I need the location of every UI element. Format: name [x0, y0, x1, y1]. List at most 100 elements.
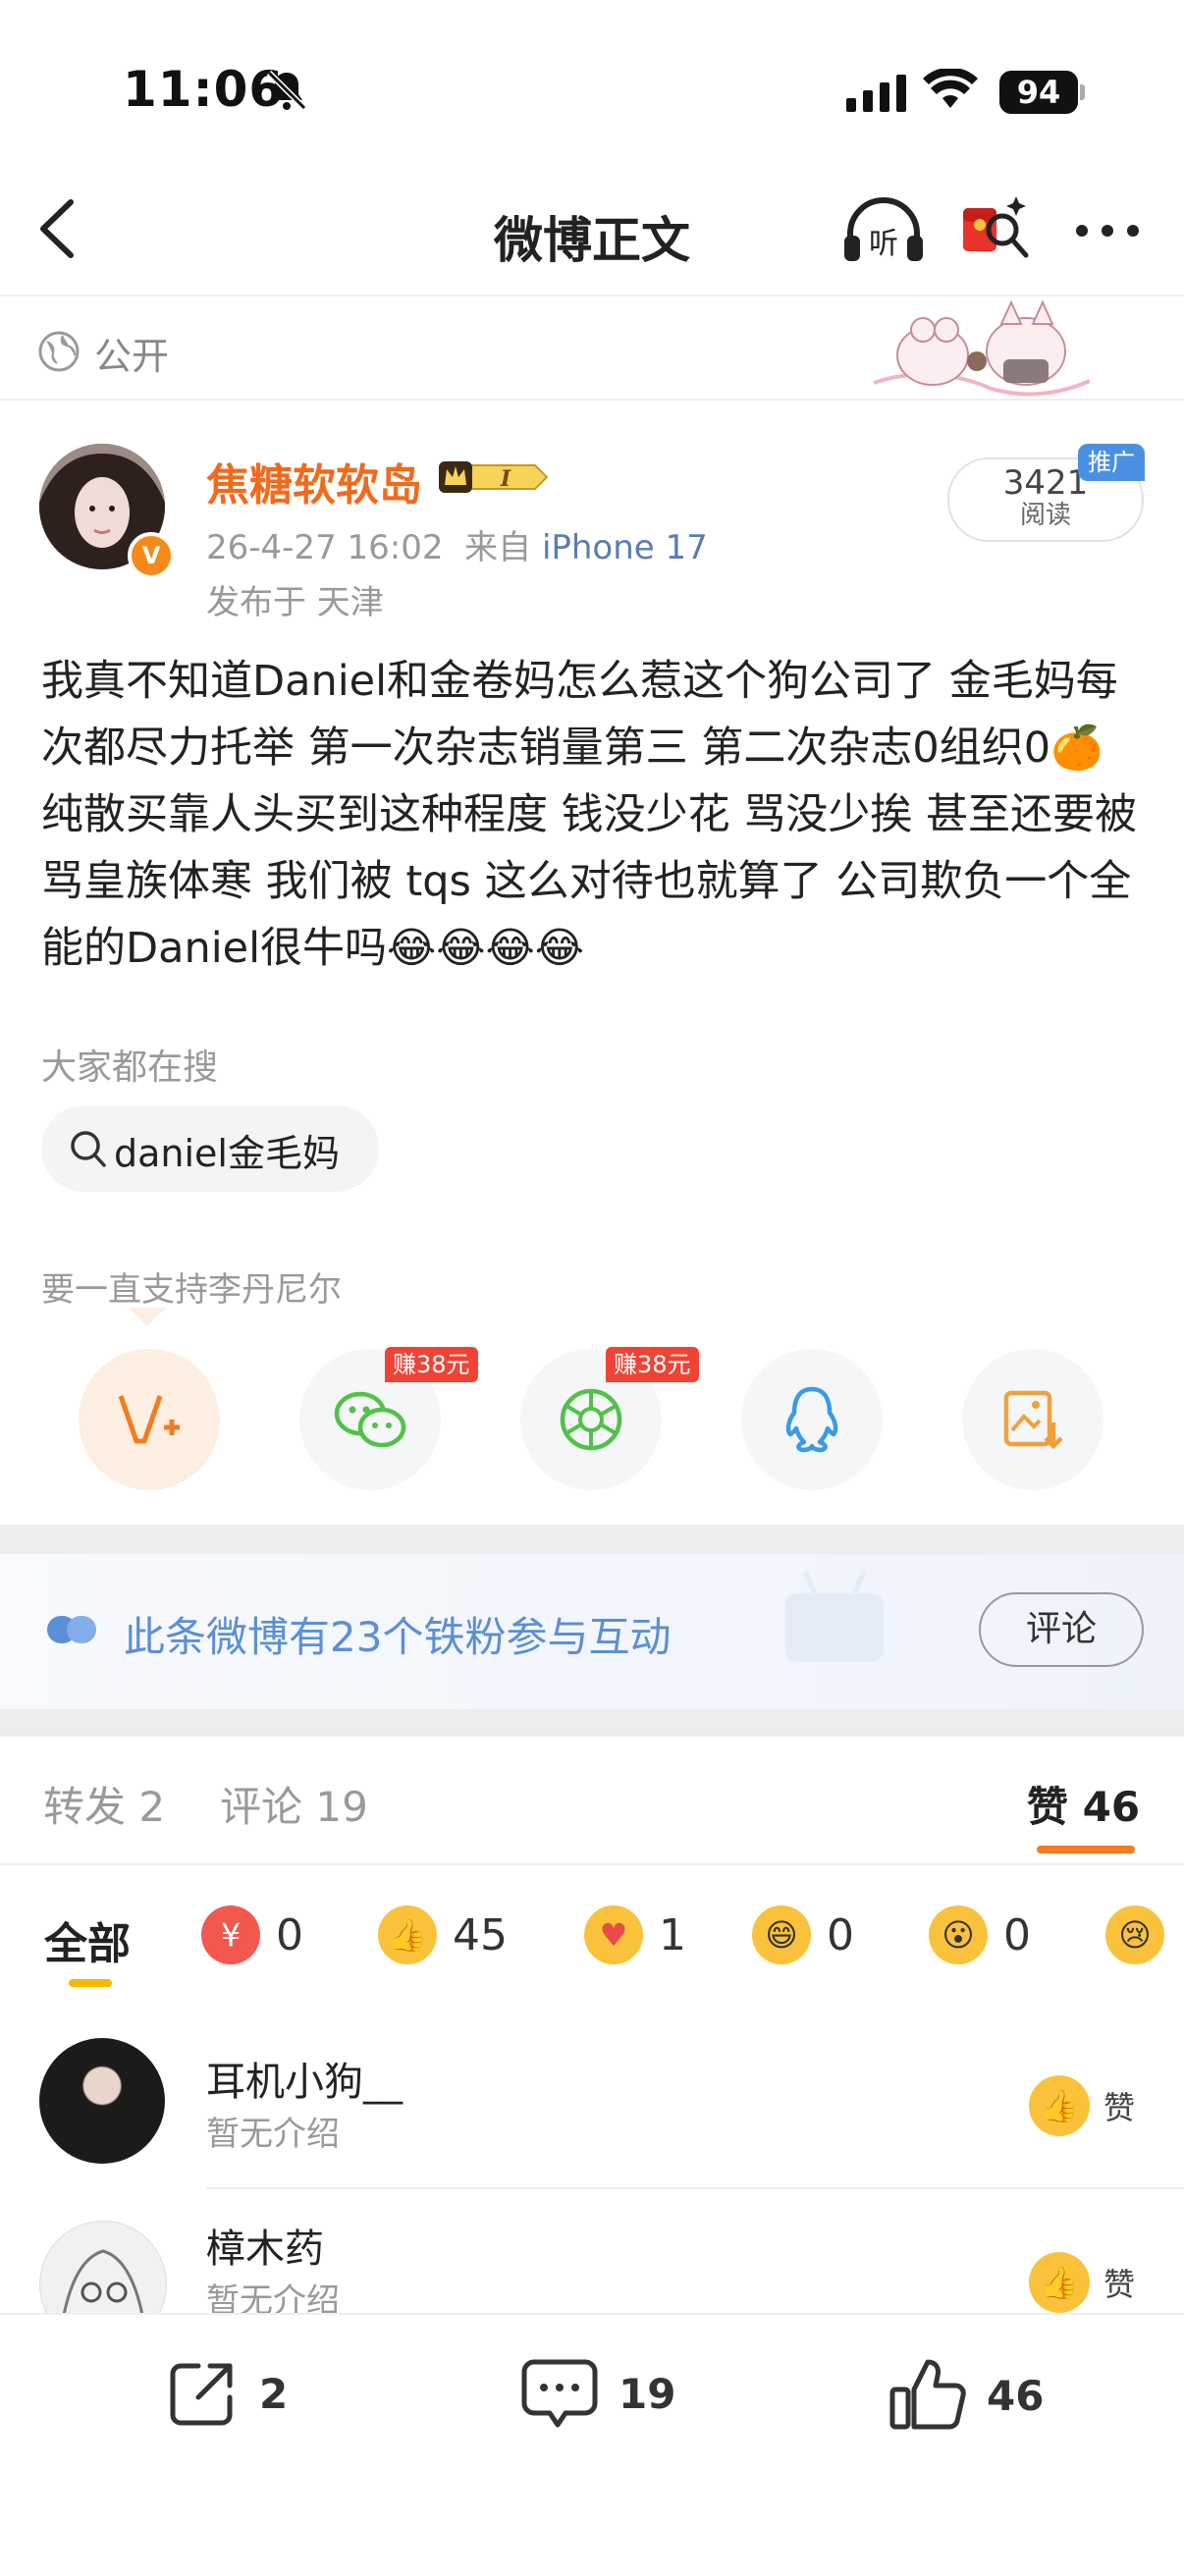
vip-crown-badge-icon[interactable]: I: [437, 457, 550, 497]
tab-repost-count: 2: [138, 1783, 166, 1831]
repost-count: 2: [259, 2369, 289, 2418]
decorative-tv-icon: [785, 1570, 884, 1662]
tabs-divider: [0, 1863, 1184, 1865]
reaction-count: 0: [827, 1909, 854, 1960]
author-name[interactable]: 焦糖软软岛: [206, 450, 422, 512]
fans-interaction-text[interactable]: 此条微博有23个铁粉参与互动: [124, 1604, 671, 1664]
share-icon: [170, 2363, 233, 2426]
comment-bubble-icon: [521, 2359, 598, 2428]
reaction-filter-surprised[interactable]: 😮 0: [929, 1905, 1031, 1965]
tooltip-tail: [128, 1308, 167, 1325]
wechat-icon: [334, 1391, 406, 1448]
source-prefix: 来自: [464, 528, 532, 567]
tab-likes-label: 赞: [1027, 1783, 1069, 1831]
tab-likes[interactable]: 赞 46: [1027, 1774, 1140, 1834]
battery-tip: [1080, 84, 1085, 100]
tab-repost-label: 转发: [43, 1783, 127, 1831]
post-meta: 26-4-27 16:02 来自 iPhone 17: [206, 520, 708, 568]
surprised-face-icon: 😮: [929, 1905, 988, 1964]
reaction-count: 45: [453, 1909, 508, 1960]
post-body: 我真不知道Daniel和金卷妈怎么惹这个狗公司了 金毛妈每次都尽力托举 第一次杂…: [41, 657, 1138, 973]
comment-count: 19: [619, 2369, 676, 2418]
comment-action-button[interactable]: 19: [520, 2356, 675, 2431]
svg-text:I: I: [500, 466, 511, 492]
red-packet-search-icon[interactable]: [957, 192, 1032, 267]
reaction-filter-like[interactable]: 👍 45: [378, 1905, 508, 1965]
reaction-filter-all[interactable]: 全部: [44, 1908, 131, 1971]
thumbs-up-icon: 👍: [1029, 2252, 1090, 2313]
visibility-label: 公开: [94, 335, 170, 378]
share-weibo-button[interactable]: [79, 1349, 220, 1490]
weibo-v-plus-icon: [118, 1395, 180, 1444]
promote-tag[interactable]: 推广: [1078, 444, 1145, 481]
user-name[interactable]: 耳机小狗__: [206, 2050, 403, 2107]
section-separator: [0, 1709, 1184, 1737]
save-image-button[interactable]: [962, 1349, 1103, 1490]
globe-icon: [38, 331, 80, 372]
user-name[interactable]: 樟木药: [206, 2217, 324, 2274]
like-count: 46: [987, 2371, 1045, 2420]
qq-icon: [785, 1386, 838, 1453]
tab-likes-count: 46: [1082, 1783, 1141, 1831]
reaction-active-indicator: [69, 1979, 112, 1987]
trending-search-heading: 大家都在搜: [41, 1047, 219, 1088]
reaction-count: 0: [1003, 1909, 1031, 1960]
laughing-face-icon: 😄: [752, 1905, 811, 1964]
reaction-filter-sad[interactable]: 😢: [1105, 1905, 1180, 1965]
comment-button[interactable]: 评论: [979, 1592, 1144, 1667]
read-label: 阅读: [1019, 501, 1071, 530]
tab-repost[interactable]: 转发 2: [43, 1774, 165, 1834]
thumbs-up-outline-icon: [889, 2359, 966, 2430]
support-text: 要一直支持李丹尼尔: [41, 1270, 342, 1310]
battery-indicator: 94: [999, 71, 1078, 114]
save-image-icon: [1003, 1390, 1063, 1450]
avatar[interactable]: [39, 2038, 165, 2164]
like-badge: 👍 赞: [1029, 2075, 1135, 2136]
repost-button[interactable]: 2: [165, 2356, 288, 2431]
tab-comments[interactable]: 评论 19: [220, 1774, 368, 1834]
red-envelope-heart-icon: ¥: [201, 1905, 260, 1964]
section-divider: [0, 399, 1184, 401]
tab-comments-label: 评论: [220, 1783, 303, 1831]
post-source[interactable]: iPhone 17: [542, 528, 708, 567]
list-item[interactable]: 耳机小狗__ 暂无介绍 👍 赞: [0, 2022, 1184, 2199]
tab-active-indicator: [1037, 1846, 1135, 1853]
reaction-filter-laugh[interactable]: 😄 0: [752, 1905, 854, 1965]
status-time: 11:06: [123, 61, 285, 118]
trending-search-text: daniel金毛妈: [114, 1132, 340, 1175]
like-badge-label: 赞: [1103, 2266, 1136, 2303]
like-action-button[interactable]: 46: [888, 2356, 1044, 2435]
reaction-count: 0: [276, 1909, 303, 1960]
thumbs-up-icon: 👍: [1029, 2075, 1090, 2136]
earn-tag: 赚38元: [606, 1347, 699, 1382]
verified-badge-icon: V: [128, 532, 175, 579]
row-divider: [206, 2187, 1184, 2189]
like-badge-label: 赞: [1103, 2089, 1136, 2126]
post-datetime: 26-4-27 16:02: [206, 528, 444, 567]
user-bio: 暂无介绍: [206, 2115, 340, 2154]
bottom-action-bar: [0, 2313, 1184, 2576]
listen-headphones-icon[interactable]: 听: [842, 196, 925, 265]
trending-search-chip[interactable]: daniel金毛妈: [41, 1105, 379, 1192]
svg-text:听: 听: [869, 227, 898, 261]
post-location: 发布于 天津: [206, 583, 384, 622]
thumbs-up-icon: 👍: [378, 1905, 437, 1964]
reaction-filter-heart[interactable]: ♥ 1: [584, 1905, 686, 1965]
more-options-icon[interactable]: [1072, 206, 1143, 255]
sad-face-icon: 😢: [1105, 1905, 1164, 1964]
section-separator: [0, 1525, 1184, 1554]
moments-aperture-icon: [560, 1388, 622, 1451]
iron-fans-icon: [47, 1616, 96, 1643]
share-qq-button[interactable]: [741, 1349, 883, 1490]
reaction-count: 1: [659, 1909, 686, 1960]
signal-icon: [846, 75, 906, 112]
wifi-icon: [923, 69, 978, 108]
reaction-filter-reward[interactable]: ¥ 0: [201, 1905, 303, 1965]
heart-message-icon: ♥: [584, 1905, 643, 1964]
bell-muted-icon: [266, 70, 307, 111]
earn-tag: 赚38元: [385, 1347, 478, 1382]
search-icon: [71, 1131, 106, 1167]
decorative-cats-sticker: [873, 299, 1091, 397]
tab-comments-count: 19: [315, 1783, 368, 1831]
like-badge: 👍 赞: [1029, 2252, 1135, 2313]
